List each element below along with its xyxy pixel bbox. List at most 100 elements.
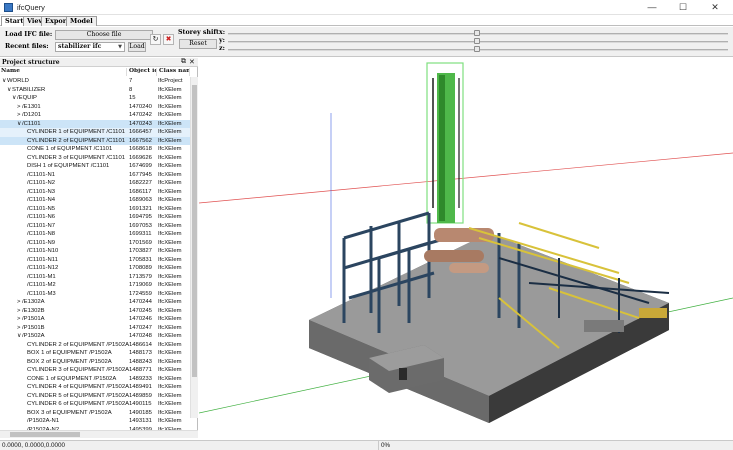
tree-row[interactable]: CYLINDER 1 of EQUIPMENT /C1101 1666457 Ifc… (0, 128, 190, 137)
tree-row-label: CONE 1 of EQUIPMENT /P1502A (27, 375, 117, 382)
z-shift-handle[interactable] (474, 46, 480, 52)
tree-row[interactable]: /C1101-N3 1686117 IfcXElem (0, 188, 190, 197)
tree-row[interactable]: ∨WORLD 7 IfcProject (0, 77, 190, 86)
tree-row[interactable]: /C1101-N10 1703827 IfcXElem (0, 247, 190, 256)
tree-row[interactable]: /C1101-N2 1682227 IfcXElem (0, 179, 190, 188)
pump-skid (584, 320, 624, 332)
tree-row[interactable]: CYLINDER 6 of EQUIPMENT /P1502A 1490115 If… (0, 400, 190, 409)
tree-row[interactable]: BOX 2 of EQUIPMENT /P1502A 1488243 IfcXEle… (0, 358, 190, 367)
tree-row[interactable]: /C1101-N1 1677945 IfcXElem (0, 171, 190, 180)
tree-row-name: >/D1201 (17, 111, 143, 120)
tree-row-object-id: 15 (129, 95, 136, 101)
tree-row-object-id: 1694795 (129, 214, 152, 220)
tree-row-label: /C1101-N11 (27, 256, 58, 263)
close-panel-icon[interactable]: ✕ (189, 58, 195, 66)
column-header-object-id[interactable]: Object id (128, 68, 157, 76)
recent-files-select[interactable]: stabilizer ifc ▼ (55, 42, 125, 52)
tree-row[interactable]: /C1101-N11 1705831 IfcXElem (0, 256, 190, 265)
tree-row-class: IfcXElem (158, 392, 182, 399)
tree-row-object-id: 1713579 (129, 273, 152, 280)
tree-row[interactable]: CYLINDER 2 of EQUIPMENT /P1502A 1486614 If… (0, 341, 190, 350)
tree-row[interactable]: /C1101-N12 1708089 IfcXElem (0, 264, 190, 273)
tree-row[interactable]: >/E1302A 1470244 IfcXElem (0, 298, 190, 307)
tree-row-label: /P1502A-N1 (27, 418, 60, 424)
tree-row-object-id: 1488173 (129, 350, 152, 356)
tree-row[interactable]: CONE 1 of EQUIPMENT /P1502A 1489233 IfcXEl… (0, 375, 190, 384)
tree-row[interactable]: /C1101-M3 1724559 IfcXElem (0, 290, 190, 299)
tree-row-class: IfcXElem (158, 239, 182, 246)
tree-row[interactable]: ∨STABILIZER 8 IfcXElem (0, 86, 190, 95)
tree-row[interactable]: DISH 1 of EQUIPMENT /C1101 1674699 IfcXEle… (0, 162, 190, 171)
tree-row[interactable]: >/P1501A 1470246 IfcXElem (0, 315, 190, 324)
tree-row[interactable]: >/P1501B 1470247 IfcXElem (0, 324, 190, 333)
tree-row-object-id: 1666457 (129, 129, 152, 135)
tree-row[interactable]: ∨/EQUIP 15 IfcXElem (0, 94, 190, 103)
tree-row[interactable]: /C1101-M2 1719069 IfcXElem (0, 281, 190, 290)
tree-row-class: IfcXElem (158, 214, 182, 220)
column-header-class-name[interactable]: Class name (158, 68, 190, 76)
tree-row[interactable]: >/E1301 1470240 IfcXElem (0, 103, 190, 112)
tree-row[interactable]: BOX 1 of EQUIPMENT /P1502A 1488173 IfcXEle… (0, 349, 190, 358)
tree-row[interactable]: CYLINDER 3 of EQUIPMENT /C1101 1669626 Ifc… (0, 154, 190, 163)
tree-row[interactable]: BOX 3 of EQUIPMENT /P1502A 1490185 IfcXEle… (0, 409, 190, 418)
tree-row[interactable]: /C1101-M1 1713579 IfcXElem (0, 273, 190, 282)
tree-row-object-id: 1708089 (129, 265, 152, 271)
coordinates-readout: 0.0000, 0.0000,0.0000 (2, 442, 66, 449)
tree-row[interactable]: CYLINDER 4 of EQUIPMENT /P1502A 1489491 If… (0, 383, 190, 392)
3d-viewport[interactable] (199, 58, 733, 438)
tree-row-class: IfcXElem (158, 171, 182, 178)
tree-row[interactable]: CYLINDER 2 of EQUIPMENT /C1101 1667562 Ifc… (0, 136, 190, 145)
tab-model[interactable]: Model (66, 16, 97, 26)
tree-row-object-id: 1677945 (129, 171, 152, 178)
refresh-icon[interactable]: ↻ (150, 34, 161, 45)
tree-row[interactable]: /C1101-N7 1697053 IfcXElem (0, 222, 190, 231)
tree-row[interactable]: >/E1302B 1470245 IfcXElem (0, 307, 190, 316)
y-shift-handle[interactable] (474, 38, 480, 44)
tree-row[interactable]: /C1101-N9 1701569 IfcXElem (0, 239, 190, 248)
tree-row-object-id: 1493131 (129, 418, 152, 424)
tree-row-label: /C1101-N10 (27, 248, 59, 254)
tree-row[interactable]: CYLINDER 5 of EQUIPMENT /P1502A 1489859 If… (0, 392, 190, 401)
tree-row[interactable]: ∨/P1502A 1470248 IfcXElem (0, 332, 190, 341)
reset-button[interactable]: Reset (179, 39, 217, 49)
vertical-scrollbar[interactable] (190, 77, 198, 418)
minimize-icon[interactable]: — (637, 0, 667, 14)
tree-row[interactable]: CYLINDER 3 of EQUIPMENT /P1502A 1488771 If… (0, 366, 190, 375)
tree-row-class: IfcXElem (158, 358, 182, 365)
tree-row-object-id: 1470240 (129, 103, 152, 110)
tree-row[interactable]: /C1101-N5 1691321 IfcXElem (0, 205, 190, 214)
vertical-scroll-thumb[interactable] (192, 85, 197, 377)
tree-row[interactable]: ∨/C1101 1470243 IfcXElem (0, 119, 190, 128)
column-header-name[interactable]: Name (0, 68, 127, 76)
maximize-icon[interactable]: ☐ (668, 0, 698, 14)
tree-row[interactable]: /C1101-N6 1694795 IfcXElem (0, 213, 190, 222)
tree-row[interactable]: /C1101-N4 1689063 IfcXElem (0, 196, 190, 205)
float-icon[interactable]: ⧉ (181, 58, 186, 66)
horizontal-scroll-thumb[interactable] (10, 432, 80, 437)
choose-file-button[interactable]: Choose file (55, 30, 153, 40)
tree-row-object-id: 1490185 (129, 409, 152, 416)
model-scene (199, 62, 733, 423)
column-shade (439, 75, 445, 221)
tree-row-name: >/P1501A (17, 315, 143, 324)
axis-y-label: y: (219, 37, 225, 44)
tree-row-object-id: 1689063 (129, 197, 152, 203)
tree-row[interactable]: CONE 1 of EQUIPMENT /C1101 1668618 IfcXEle… (0, 145, 190, 154)
tree-row[interactable]: /C1101-N8 1699311 IfcXElem (0, 230, 190, 239)
x-shift-handle[interactable] (474, 30, 480, 36)
delete-icon[interactable]: ✖ (163, 34, 174, 45)
tree-row-label: /P1502A (22, 333, 45, 339)
tree-row-class: IfcXElem (158, 299, 182, 305)
tree-row[interactable]: /P1502A-N1 1493131 IfcXElem (0, 417, 190, 426)
tree-row-class: IfcXElem (158, 324, 182, 331)
load-button[interactable]: Load (128, 42, 146, 52)
app-icon (4, 3, 13, 12)
tree-row-label: /C1101-M2 (27, 282, 56, 288)
tree-row-label: /D1201 (22, 112, 41, 118)
close-icon[interactable]: ✕ (700, 0, 730, 14)
horizontal-scrollbar[interactable] (0, 430, 198, 438)
tree-row-object-id: 1697053 (129, 222, 152, 229)
tree-list: ∨WORLD 7 IfcProject ∨STABILIZER 8 IfcXElem ∨/E… (0, 77, 190, 439)
ribbon: Load IFC file: Choose file Recent files:… (0, 27, 733, 57)
tree-row[interactable]: >/D1201 1470242 IfcXElem (0, 111, 190, 120)
